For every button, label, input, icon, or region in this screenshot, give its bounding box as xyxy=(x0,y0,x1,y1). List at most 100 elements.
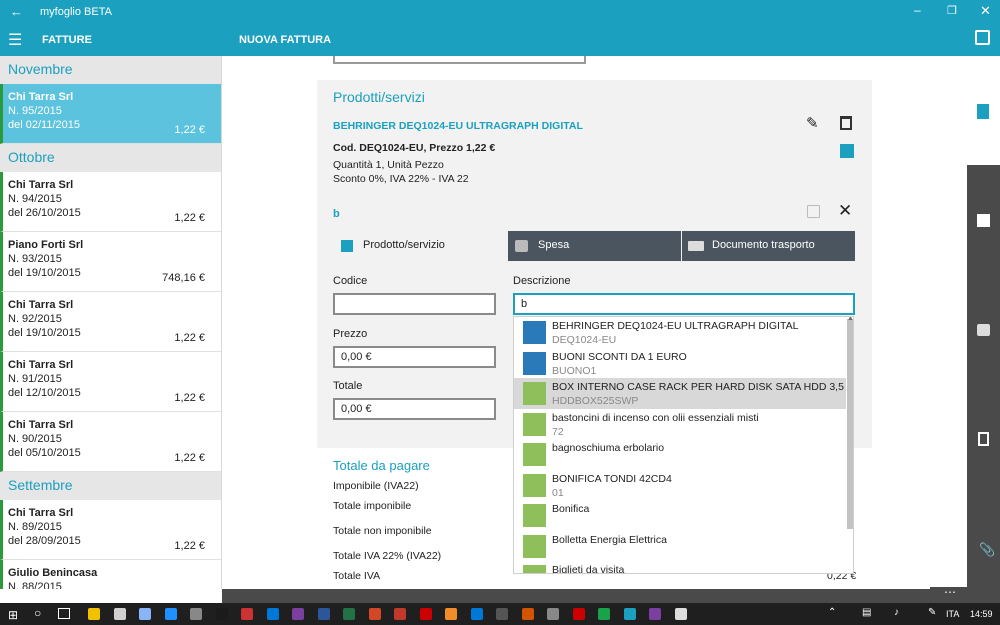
taskbar-app-icon[interactable] xyxy=(139,608,151,620)
clock[interactable]: 14:59 xyxy=(970,609,993,619)
save-icon[interactable] xyxy=(975,30,990,45)
coins-icon[interactable] xyxy=(977,324,990,336)
attachment-icon[interactable]: 📎 xyxy=(979,542,995,558)
delete-trash-icon[interactable] xyxy=(840,116,852,130)
taskbar-app-icon[interactable] xyxy=(649,608,661,620)
tab-prodotto-servizio[interactable]: Prodotto/servizio xyxy=(333,231,507,261)
contact-avatar-icon xyxy=(523,504,546,527)
scrollbar[interactable] xyxy=(847,319,853,529)
task-view-icon[interactable] xyxy=(58,608,70,619)
contact-avatar-icon xyxy=(523,443,546,466)
descrizione-label: Descrizione xyxy=(513,275,571,287)
prezzo-field[interactable]: 0,00 € xyxy=(333,346,496,368)
suggestion-item[interactable]: BONIFICA TONDI 42CD4 01 xyxy=(514,470,846,501)
taskbar-app-icon[interactable] xyxy=(215,608,228,620)
previous-field-bottom[interactable] xyxy=(333,56,586,64)
taskbar-app-icon[interactable] xyxy=(419,608,432,620)
tab-spesa[interactable]: Spesa xyxy=(508,231,681,261)
minimize-icon[interactable]: – xyxy=(914,3,921,17)
windows-start-icon[interactable]: ⊞ xyxy=(8,608,18,622)
product-tax: Sconto 0%, IVA 22% - IVA 22 xyxy=(333,173,469,185)
taskbar-app-icon[interactable] xyxy=(317,608,330,620)
hamburger-menu-icon[interactable]: ☰ xyxy=(8,30,22,50)
taskbar-app-icon[interactable] xyxy=(394,608,406,620)
taskbar-app-icon[interactable] xyxy=(496,608,508,620)
volume-icon[interactable]: ♪ xyxy=(894,607,899,618)
invoice-list-item[interactable]: Giulio BenincasaN. 88/2015del 22/09/2015… xyxy=(0,560,221,589)
maximize-icon[interactable]: ❐ xyxy=(947,4,957,17)
suggestion-title: BEHRINGER DEQ1024-EU ULTRAGRAPH DIGITAL xyxy=(552,320,799,332)
close-icon[interactable]: ✕ xyxy=(980,3,991,19)
editor-save-icon[interactable] xyxy=(807,205,820,218)
contact-avatar-icon xyxy=(523,534,546,558)
taskbar-app-icon[interactable] xyxy=(241,608,253,620)
suggestion-item[interactable]: BOX INTERNO CASE RACK PER HARD DISK SATA… xyxy=(514,378,846,409)
tray-chevron-icon[interactable]: ⌃ xyxy=(828,607,836,618)
taskbar-app-icon[interactable] xyxy=(266,608,279,620)
taskbar-app-icon[interactable] xyxy=(598,608,610,620)
contact-avatar-icon xyxy=(523,473,546,497)
product-quantity: Quantità 1, Unità Pezzo xyxy=(333,159,444,171)
suggestion-item[interactable]: bastoncini di incenso con olii essenzial… xyxy=(514,409,846,440)
language-indicator[interactable]: ITA xyxy=(946,609,959,619)
network-icon[interactable]: ▤ xyxy=(862,607,871,618)
document-icon[interactable] xyxy=(977,104,989,119)
taskbar-app-icon[interactable] xyxy=(343,608,355,620)
tab-label: Prodotto/servizio xyxy=(363,239,445,251)
scrollbar-up-arrow[interactable]: ▲ xyxy=(847,317,853,322)
taskbar-app-icon[interactable] xyxy=(547,608,559,620)
taskbar-app-icon[interactable] xyxy=(113,608,126,620)
title-bar: ← myfoglio BETA – ❐ ✕ xyxy=(0,0,1000,24)
taskbar-app-icon[interactable] xyxy=(190,608,202,620)
notifications-icon[interactable]: ✎ xyxy=(928,607,936,618)
taskbar-app-icon[interactable] xyxy=(521,608,534,620)
invoice-list-item[interactable]: Chi Tarra Srl N. 89/2015 del 28/09/2015 1,2… xyxy=(0,500,221,560)
invoice-list-item[interactable]: Chi Tarra Srl N. 94/2015 del 26/10/2015 1,2… xyxy=(0,172,221,232)
taskbar-app-icon[interactable] xyxy=(470,608,483,620)
client-name: Chi Tarra Srl xyxy=(8,419,74,431)
suggestion-item[interactable]: BUONI SCONTI DA 1 EURO BUONO1 xyxy=(514,348,846,379)
totals-row: Totale IVA 22% (IVA22) xyxy=(333,550,442,562)
codice-field[interactable] xyxy=(333,293,496,315)
taskbar-app-icon[interactable] xyxy=(445,608,457,620)
taskbar-app-icon[interactable] xyxy=(164,608,177,620)
edit-pencil-icon[interactable]: ✎ xyxy=(806,114,819,132)
editor-close-icon[interactable]: ✕ xyxy=(838,201,852,221)
tab-label: Spesa xyxy=(538,239,570,251)
suggestion-item[interactable]: Biglieti da visita xyxy=(514,561,846,573)
taskbar-app-icon[interactable] xyxy=(88,608,100,620)
tab-documento-trasporto[interactable]: Documento trasporto xyxy=(682,231,855,261)
window-title: myfoglio BETA xyxy=(40,6,112,18)
invoice-number: N. 91/2015 xyxy=(8,373,62,385)
page-title: NUOVA FATTURA xyxy=(239,34,332,46)
invoice-list-item[interactable]: Chi Tarra Srl N. 91/2015 del 12/10/2015 1,2… xyxy=(0,352,221,412)
taskbar-app-icon[interactable] xyxy=(572,608,585,620)
back-icon[interactable]: ← xyxy=(10,4,23,19)
more-options-icon[interactable]: ⋯ xyxy=(930,586,1000,603)
descrizione-field[interactable]: b xyxy=(513,293,855,315)
box-icon[interactable] xyxy=(977,214,990,227)
month-header: Novembre xyxy=(0,56,221,84)
invoice-number: N. 88/2015 xyxy=(8,581,62,589)
taskbar-app-icon[interactable] xyxy=(674,608,687,620)
prezzo-label: Prezzo xyxy=(333,328,368,340)
suggestion-item[interactable]: Bolletta Energia Elettrica xyxy=(514,531,846,562)
client-name: Chi Tarra Srl xyxy=(8,359,74,371)
suggestion-item[interactable]: Bonifica xyxy=(514,500,846,531)
suggestion-title: BUONI SCONTI DA 1 EURO xyxy=(552,350,687,363)
invoice-list-item[interactable]: Chi Tarra Srl N. 95/2015 del 02/11/2015 1,2… xyxy=(0,84,221,144)
invoice-list-item[interactable]: Chi Tarra Srl N. 90/2015 del 05/10/2015 1,2… xyxy=(0,412,221,472)
suggestion-item[interactable]: bagnoschiuma erbolario xyxy=(514,439,846,470)
invoice-list-item[interactable]: Chi Tarra Srl N. 92/2015 del 19/10/2015 1,2… xyxy=(0,292,221,352)
invoice-amount: 1,22 € xyxy=(174,540,205,552)
suggestion-item[interactable]: BEHRINGER DEQ1024-EU ULTRAGRAPH DIGITAL D… xyxy=(514,317,846,348)
taskbar-app-icon[interactable] xyxy=(623,608,636,620)
search-icon[interactable]: ○ xyxy=(34,606,41,620)
taskbar-app-icon[interactable] xyxy=(368,608,381,620)
receipt-icon[interactable] xyxy=(978,432,989,446)
suggestion-title: Bonifica xyxy=(552,503,590,515)
invoice-list-item[interactable]: Piano Forti Srl N. 93/2015 del 19/10/2015 7… xyxy=(0,232,221,292)
product-title[interactable]: BEHRINGER DEQ1024-EU ULTRAGRAPH DIGITAL xyxy=(333,120,583,132)
taskbar-app-icon[interactable] xyxy=(292,608,304,620)
totale-field[interactable]: 0,00 € xyxy=(333,398,496,420)
